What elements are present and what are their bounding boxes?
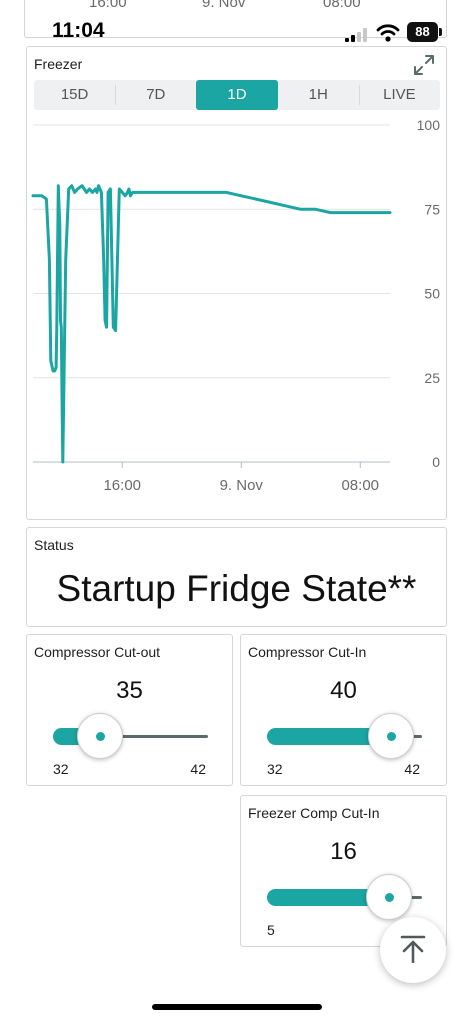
slider-title: Freezer Comp Cut-In — [248, 805, 380, 821]
x-tick-label: 08:00 — [341, 477, 379, 494]
slider-thumb[interactable] — [368, 713, 414, 759]
slider-min-label: 32 — [53, 761, 69, 777]
peek-tick-label: 08:00 — [323, 0, 361, 11]
slider-value: 40 — [330, 677, 357, 704]
tab-1h[interactable]: 1H — [278, 80, 359, 110]
compressor-cut-in-card: Compressor Cut-In 40 32 42 — [240, 634, 447, 786]
tab-1d[interactable]: 1D — [196, 80, 278, 110]
slider-min-label: 32 — [267, 761, 283, 777]
cellular-signal-icon — [345, 28, 367, 42]
status-card: Status Startup Fridge State** — [26, 527, 447, 627]
slider-title: Compressor Cut-In — [248, 644, 367, 660]
x-tick-label: 16:00 — [103, 477, 141, 494]
wifi-icon — [376, 24, 400, 42]
y-tick-label: 75 — [424, 201, 440, 217]
y-tick-label: 25 — [424, 370, 440, 386]
y-tick-label: 100 — [417, 117, 441, 133]
scroll-to-top-button[interactable] — [380, 917, 446, 983]
slider-value: 16 — [330, 838, 357, 865]
slider-max-label: 42 — [190, 761, 206, 777]
freezer-line-chart: 0 25 50 75 100 16:00 9. Nov 08:00 — [31, 117, 441, 494]
clock: 11:04 — [52, 19, 105, 42]
battery-level: 88 — [407, 22, 438, 42]
slider-max-label: 42 — [404, 761, 420, 777]
status-value: Startup Fridge State** — [56, 568, 417, 609]
x-tick-label: 9. Nov — [220, 477, 264, 494]
y-tick-label: 50 — [424, 286, 440, 302]
battery-icon: 88 — [407, 22, 443, 42]
home-indicator — [152, 1004, 322, 1010]
time-range-tabs: 15D 7D 1D 1H LIVE — [34, 80, 440, 110]
compressor-cut-out-card: Compressor Cut-out 35 32 42 — [26, 634, 233, 786]
slider-title: Compressor Cut-out — [34, 644, 161, 660]
temperature-series-line — [31, 184, 392, 464]
peek-tick-label: 9. Nov — [202, 0, 246, 11]
slider-value: 35 — [116, 677, 143, 704]
tab-7d[interactable]: 7D — [115, 80, 196, 110]
slider-thumb[interactable] — [76, 713, 123, 759]
tab-15d[interactable]: 15D — [34, 80, 115, 110]
tab-live[interactable]: LIVE — [358, 80, 440, 110]
y-tick-label: 0 — [432, 454, 440, 470]
slider-min-label: 5 — [267, 922, 275, 938]
status-bar: 11:04 88 — [0, 14, 473, 50]
expand-icon[interactable] — [412, 53, 436, 77]
peek-tick-label: 16:00 — [89, 0, 127, 11]
chart-title: Freezer — [34, 56, 83, 72]
freezer-chart-card: Freezer 15D 7D 1D 1H LIVE 0 25 50 75 100 16:0… — [26, 46, 447, 520]
arrow-up-icon — [400, 935, 426, 963]
status-title: Status — [34, 537, 74, 553]
slider-thumb[interactable] — [366, 874, 413, 920]
